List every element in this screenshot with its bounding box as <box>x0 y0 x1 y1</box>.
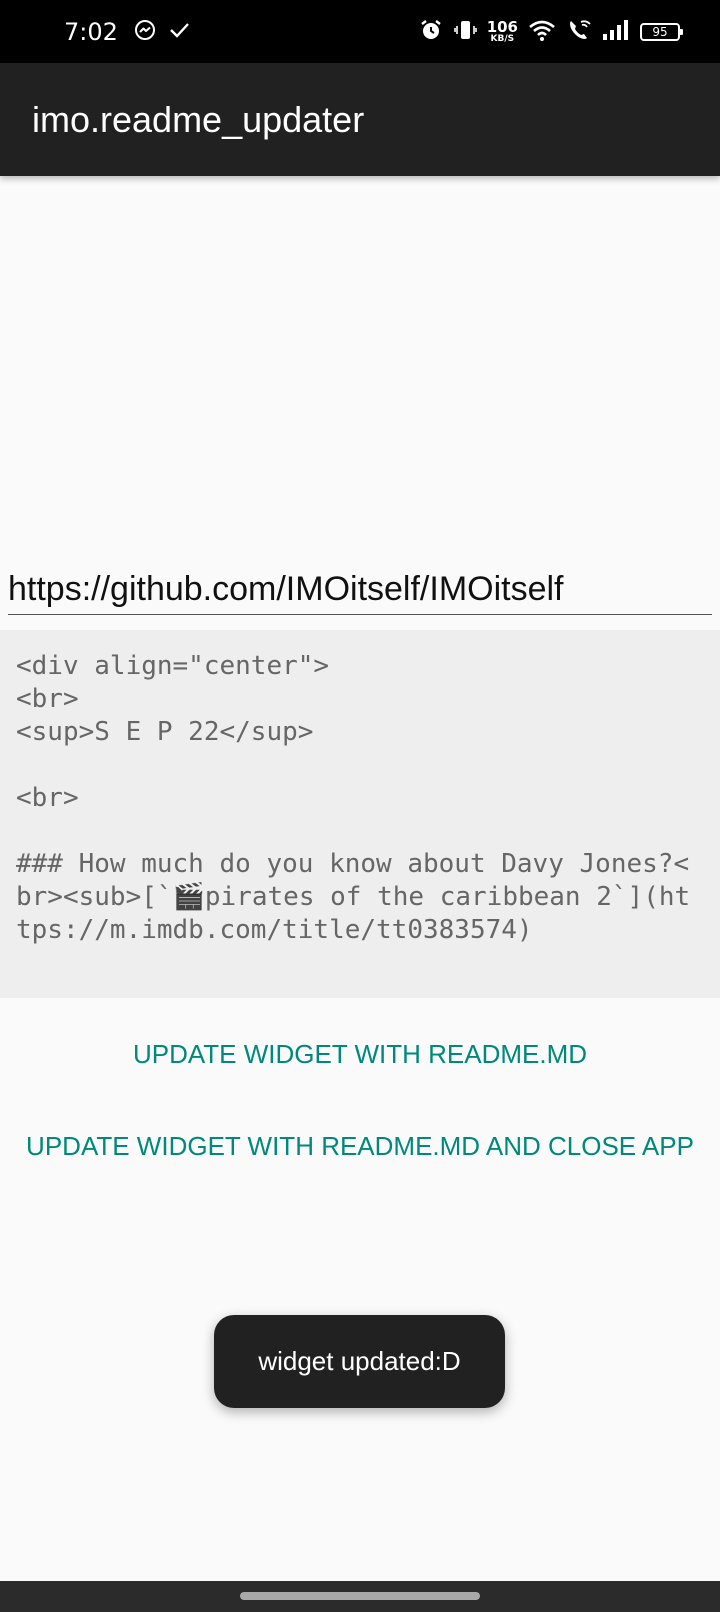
status-bar: 7:02 106 KB/S 95 <box>0 0 720 63</box>
update-widget-button[interactable]: UPDATE WIDGET WITH README.MD <box>20 1038 700 1070</box>
status-time: 7:02 <box>64 18 118 46</box>
messenger-icon <box>134 19 156 46</box>
network-speed: 106 KB/S <box>487 20 518 44</box>
system-icons: 106 KB/S 95 <box>419 16 683 48</box>
update-widget-and-close-button[interactable]: UPDATE WIDGET WITH README.MD AND CLOSE A… <box>20 1130 700 1162</box>
battery-icon: 95 <box>640 23 683 41</box>
network-speed-unit: KB/S <box>490 34 515 44</box>
network-speed-value: 106 <box>486 18 518 36</box>
app-title: imo.readme_updater <box>32 99 365 140</box>
toast-message: widget updated:D <box>214 1315 505 1408</box>
alarm-icon <box>419 18 443 47</box>
home-gesture-handle[interactable] <box>240 1592 480 1600</box>
toast-text: widget updated:D <box>258 1346 461 1376</box>
wifi-call-icon <box>566 18 592 47</box>
signal-icon <box>602 19 630 46</box>
app-bar: imo.readme_updater <box>0 63 720 176</box>
wifi-icon <box>528 18 556 47</box>
readme-preview: <div align="center"> <br> <sup>S E P 22<… <box>0 630 720 998</box>
check-icon <box>168 19 190 46</box>
notification-icons <box>134 18 190 46</box>
navigation-bar <box>0 1581 720 1612</box>
battery-level: 95 <box>652 25 668 39</box>
repo-url-input[interactable] <box>8 565 712 615</box>
vibrate-icon <box>453 18 477 47</box>
